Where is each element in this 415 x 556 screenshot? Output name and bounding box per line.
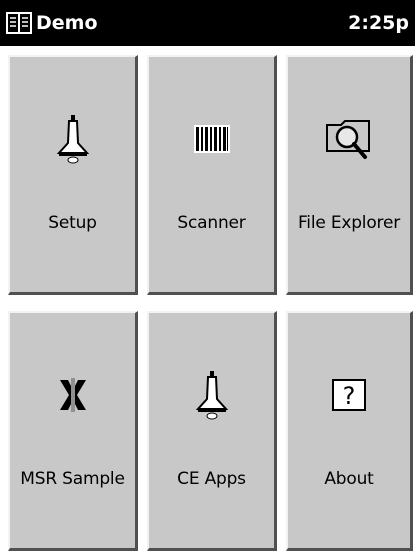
clock[interactable]: 2:25p (348, 0, 409, 46)
title-bar: Demo 2:25p (0, 0, 415, 46)
bell-icon (149, 369, 274, 421)
magnifier-folder-icon (288, 113, 410, 165)
file-explorer-label: File Explorer (297, 213, 401, 233)
scanner-label: Scanner (177, 213, 246, 233)
about-label: About (324, 469, 374, 489)
setup-label: Setup (48, 213, 97, 233)
msr-sample-label: MSR Sample (20, 469, 125, 489)
barcode-icon (149, 113, 274, 165)
ce-apps-label: CE Apps (177, 469, 246, 489)
about-button[interactable]: ? About (286, 311, 413, 551)
book-icon[interactable] (6, 11, 32, 35)
question-icon: ? (288, 369, 410, 421)
setup-button[interactable]: Setup (8, 55, 138, 295)
card-swipe-icon (10, 369, 135, 421)
file-explorer-button[interactable]: File Explorer (286, 55, 413, 295)
window-title: Demo (36, 12, 98, 34)
bell-icon (10, 113, 135, 165)
device-screen: Demo 2:25p Setup Scanner File Explorer M… (0, 0, 415, 556)
svg-text:?: ? (343, 382, 356, 410)
msr-sample-button[interactable]: MSR Sample (8, 311, 138, 551)
ce-apps-button[interactable]: CE Apps (147, 311, 277, 551)
scanner-button[interactable]: Scanner (147, 55, 277, 295)
